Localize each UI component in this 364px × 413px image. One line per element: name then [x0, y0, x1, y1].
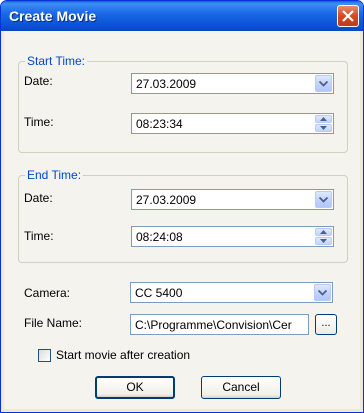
start-date-label: Date: — [24, 74, 53, 88]
start-movie-checkbox-label[interactable]: Start movie after creation — [56, 348, 190, 362]
camera-dropdown-button[interactable] — [314, 284, 331, 301]
window-title: Create Movie — [9, 8, 97, 24]
create-movie-dialog: Create Movie Start Time: Date: 27.03.200… — [0, 0, 364, 413]
end-date-dropdown-button[interactable] — [315, 191, 332, 208]
camera-value: CC 5400 — [135, 286, 183, 300]
camera-select[interactable]: CC 5400 — [130, 282, 333, 303]
end-time-label: Time: — [24, 229, 54, 243]
start-date-dropdown-button[interactable] — [315, 75, 332, 92]
browse-button[interactable]: ... — [315, 314, 337, 335]
end-date-picker[interactable]: 27.03.2009 — [131, 189, 334, 210]
end-time-down-button[interactable] — [315, 237, 332, 245]
start-time-group-label: Start Time: — [25, 54, 88, 68]
start-time-value: 08:23:34 — [136, 117, 183, 131]
file-name-label: File Name: — [24, 316, 83, 330]
start-time-down-button[interactable] — [315, 124, 332, 132]
end-time-spinner[interactable]: 08:24:08 — [131, 226, 334, 247]
title-bar[interactable]: Create Movie — [1, 1, 363, 31]
end-time-group: End Time: Date: 27.03.2009 Time: 08:24:0… — [18, 168, 348, 263]
cancel-button[interactable]: Cancel — [201, 376, 281, 399]
start-date-picker[interactable]: 27.03.2009 — [131, 73, 334, 94]
dialog-body: Start Time: Date: 27.03.2009 Time: 08:23… — [4, 31, 360, 409]
start-time-label: Time: — [24, 115, 54, 129]
end-date-value: 27.03.2009 — [136, 193, 197, 207]
end-time-spin-buttons — [315, 228, 332, 245]
start-time-spinner[interactable]: 08:23:34 — [131, 113, 334, 134]
file-name-input[interactable]: C:\Programme\Convision\Cer — [130, 314, 309, 335]
start-time-group: Start Time: Date: 27.03.2009 Time: 08:23… — [18, 54, 348, 153]
ok-button[interactable]: OK — [95, 376, 175, 399]
start-movie-checkbox[interactable] — [38, 349, 51, 362]
file-name-value: C:\Programme\Convision\Cer — [135, 318, 292, 332]
start-time-up-button[interactable] — [315, 115, 332, 123]
end-time-value: 08:24:08 — [136, 230, 183, 244]
close-button[interactable] — [337, 5, 359, 27]
camera-label: Camera: — [24, 286, 71, 300]
start-date-value: 27.03.2009 — [136, 77, 197, 91]
end-date-label: Date: — [24, 191, 53, 205]
start-time-spin-buttons — [315, 115, 332, 132]
end-time-group-label: End Time: — [25, 168, 84, 182]
end-time-up-button[interactable] — [315, 228, 332, 236]
